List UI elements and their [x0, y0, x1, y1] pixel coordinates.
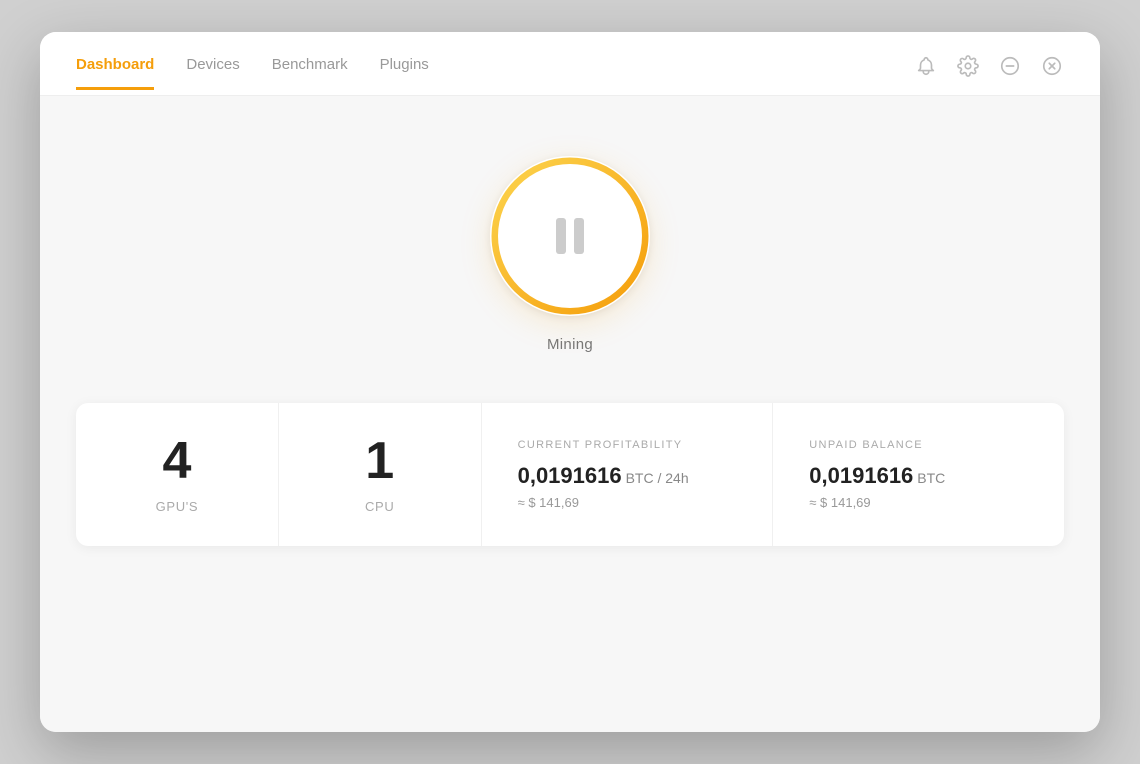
gpu-count-label: GPU'S: [156, 499, 199, 514]
unpaid-balance-section-label: UNPAID BALANCE: [809, 439, 1028, 451]
close-icon[interactable]: [1040, 54, 1064, 78]
unpaid-balance-usd-value: ≈ $ 141,69: [809, 495, 1028, 510]
minimize-icon[interactable]: [998, 54, 1022, 78]
mining-button[interactable]: [490, 156, 650, 316]
mining-status-label: Mining: [547, 336, 593, 353]
nav-item-plugins[interactable]: Plugins: [380, 56, 429, 90]
profitability-btc-unit: BTC / 24h: [626, 470, 689, 486]
app-window: Dashboard Devices Benchmark Plugins: [40, 32, 1100, 732]
nav-item-devices[interactable]: Devices: [186, 56, 239, 90]
unpaid-balance-btc-value: 0,0191616BTC: [809, 463, 1028, 489]
cpu-stat-card: 1 CPU: [279, 403, 482, 546]
stats-row: 4 GPU'S 1 CPU CURRENT PROFITABILITY 0,01…: [76, 403, 1064, 546]
gpu-stat-card: 4 GPU'S: [76, 403, 279, 546]
nav-item-dashboard[interactable]: Dashboard: [76, 56, 154, 90]
bell-icon[interactable]: [914, 54, 938, 78]
mining-section: Mining: [490, 156, 650, 353]
pause-icon: [556, 218, 584, 254]
main-content: Mining 4 GPU'S 1 CPU CURRENT PROFITABILI…: [40, 96, 1100, 732]
profitability-section-label: CURRENT PROFITABILITY: [518, 439, 737, 451]
nav-left: Dashboard Devices Benchmark Plugins: [76, 56, 429, 90]
navbar: Dashboard Devices Benchmark Plugins: [40, 32, 1100, 96]
settings-icon[interactable]: [956, 54, 980, 78]
cpu-count-label: CPU: [365, 499, 394, 514]
cpu-count-value: 1: [365, 435, 394, 487]
pause-bar-right: [574, 218, 584, 254]
pause-bar-left: [556, 218, 566, 254]
nav-right: [914, 54, 1064, 92]
gpu-count-value: 4: [162, 435, 191, 487]
unpaid-balance-btc-unit: BTC: [917, 470, 945, 486]
unpaid-balance-card: UNPAID BALANCE 0,0191616BTC ≈ $ 141,69: [773, 403, 1064, 546]
nav-item-benchmark[interactable]: Benchmark: [272, 56, 348, 90]
profitability-btc-value: 0,0191616BTC / 24h: [518, 463, 737, 489]
profitability-card: CURRENT PROFITABILITY 0,0191616BTC / 24h…: [482, 403, 774, 546]
profitability-usd-value: ≈ $ 141,69: [518, 495, 737, 510]
